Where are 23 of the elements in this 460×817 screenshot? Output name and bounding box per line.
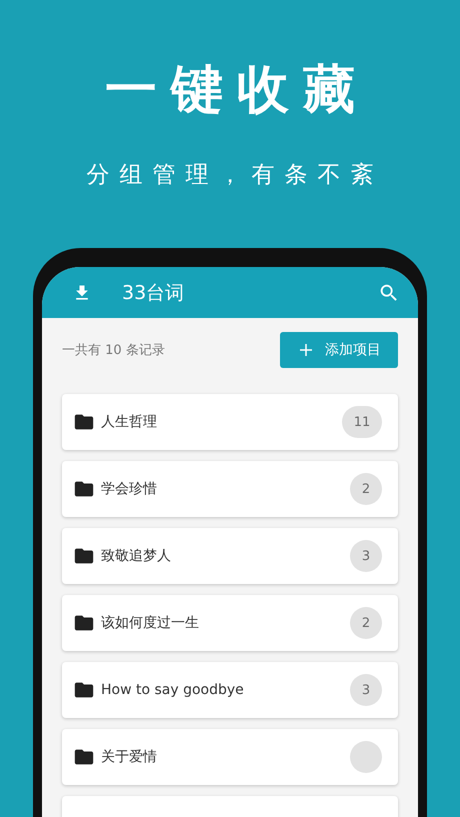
group-name: 致敬追梦人 bbox=[101, 547, 172, 565]
group-card[interactable]: 关于爱情 bbox=[62, 729, 398, 785]
group-card[interactable]: 该如何度过一生 2 bbox=[62, 595, 398, 651]
group-card[interactable]: 致敬追梦人 3 bbox=[62, 528, 398, 584]
count-badge: 3 bbox=[350, 540, 382, 572]
count-badge: 2 bbox=[350, 473, 382, 505]
group-card[interactable]: How to say goodbye 3 bbox=[62, 662, 398, 718]
plus-icon bbox=[297, 341, 315, 359]
count-badge bbox=[350, 741, 382, 773]
group-name: 该如何度过一生 bbox=[101, 614, 200, 632]
count-badge: 3 bbox=[350, 674, 382, 706]
app-title: 33台词 bbox=[122, 280, 186, 306]
subtitle: 分组管理，有条不紊 bbox=[86, 161, 384, 190]
group-card[interactable]: 学会珍惜 2 bbox=[62, 461, 398, 517]
group-name: How to say goodbye bbox=[101, 682, 245, 698]
group-name: 关于爱情 bbox=[101, 748, 158, 766]
group-card[interactable]: 人生哲理 11 bbox=[62, 394, 398, 450]
group-name: 人生哲理 bbox=[101, 413, 158, 431]
count-badge: 2 bbox=[350, 607, 382, 639]
count-badge: 11 bbox=[342, 406, 382, 438]
group-name: 学会珍惜 bbox=[101, 480, 158, 498]
record-count: 一共有 10 条记录 bbox=[62, 342, 165, 359]
headline: 一键收藏 bbox=[104, 59, 369, 122]
